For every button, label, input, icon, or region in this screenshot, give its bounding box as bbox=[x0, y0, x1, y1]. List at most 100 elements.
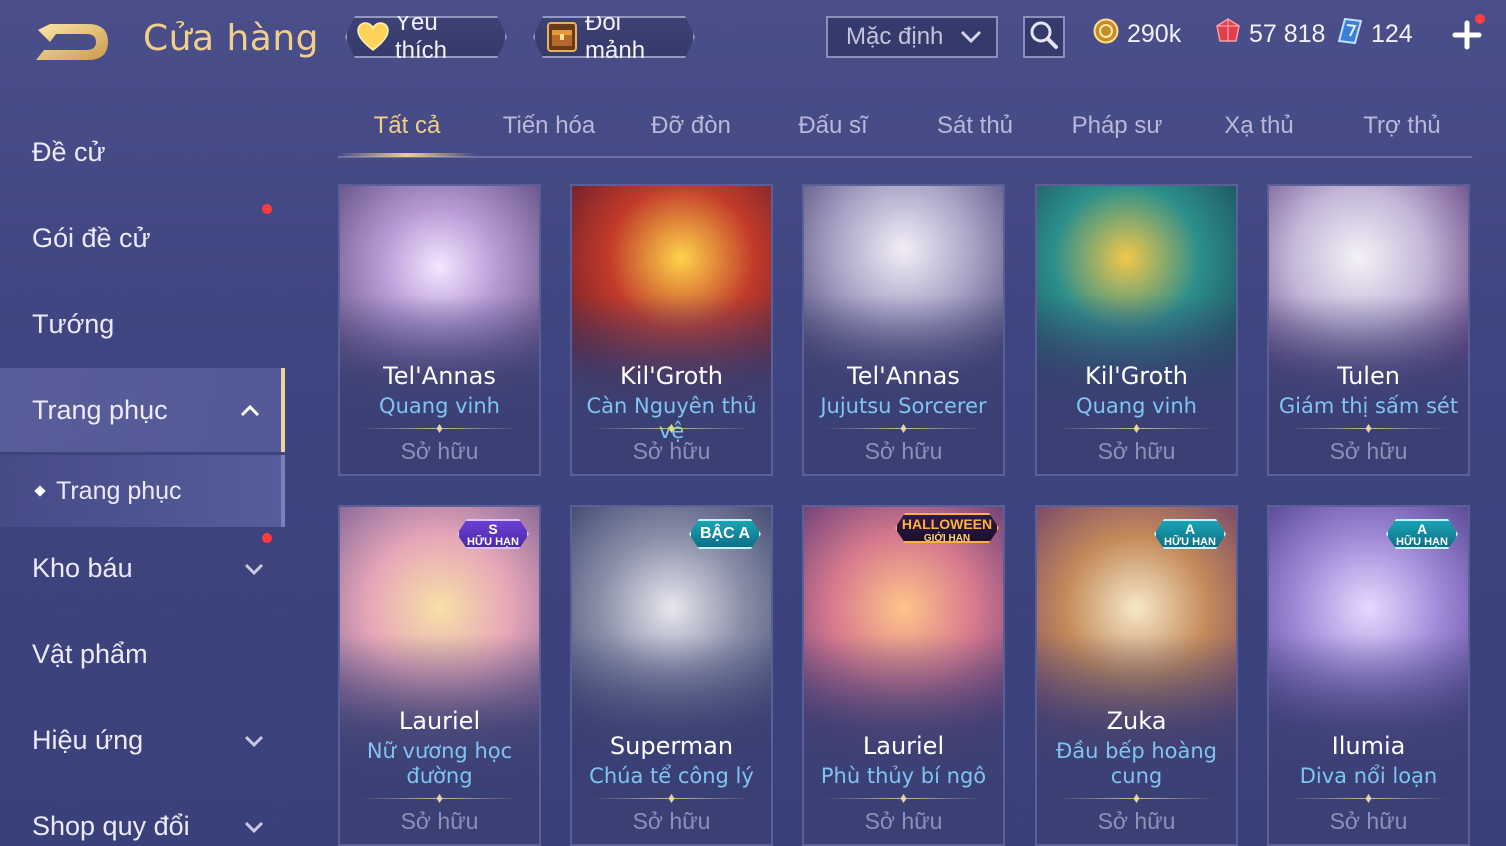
skin-name: Diva nổi loạn bbox=[1299, 764, 1438, 788]
skin-card[interactable]: S HỮU HẠN Lauriel Nữ vương học đường Sở h… bbox=[338, 505, 541, 846]
tab-marksman[interactable]: Xạ thủ bbox=[1190, 112, 1328, 156]
sidebar-item-label: Shop quy đổi bbox=[32, 810, 190, 841]
favorites-label: Yêu thích bbox=[395, 9, 448, 64]
exchange-shards-button[interactable]: Đổi mảnh bbox=[533, 16, 695, 58]
active-tab-indicator bbox=[338, 153, 476, 157]
skin-card[interactable]: HALLOWEEN GIỚI HẠN Lauriel Phù thủy bí ng… bbox=[802, 505, 1005, 846]
owned-status: Sở hữu bbox=[864, 438, 943, 464]
halloween-limited-badge: HALLOWEEN GIỚI HẠN bbox=[895, 513, 999, 543]
skin-name: Quang vinh bbox=[379, 394, 500, 418]
sidebar-subitem-label: Trang phục bbox=[56, 476, 182, 505]
ruby-gem-icon bbox=[1215, 17, 1241, 52]
owned-status: Sở hữu bbox=[1097, 438, 1176, 464]
sidebar-subitem-skins[interactable]: Trang phục bbox=[0, 455, 285, 527]
hero-name: Tel'Annas bbox=[383, 362, 496, 390]
hero-name: Zuka bbox=[1106, 707, 1167, 735]
voucher-amount: 124 bbox=[1371, 19, 1413, 48]
voucher-icon bbox=[1337, 17, 1363, 52]
sidebar-item-label: Đề cử bbox=[32, 136, 106, 167]
chevron-down-icon bbox=[243, 728, 265, 750]
voucher-balance: 124 bbox=[1337, 16, 1413, 52]
skin-card[interactable]: Tel'Annas Quang vinh Sở hữu bbox=[338, 184, 541, 476]
gold-balance: 290k bbox=[1093, 16, 1181, 52]
limited-badge: A HỮU HẠN bbox=[1386, 519, 1458, 549]
gold-coin-icon bbox=[1093, 18, 1119, 51]
rank-badge: BẬC A bbox=[689, 519, 761, 549]
sidebar-item-label: Gói đề cử bbox=[32, 222, 151, 253]
back-arrow-icon[interactable] bbox=[30, 20, 112, 64]
skin-card[interactable]: A HỮU HẠN Zuka Đầu bếp hoàng cung Sở hữu bbox=[1035, 505, 1238, 846]
search-icon bbox=[1029, 20, 1059, 55]
owned-status: Sở hữu bbox=[632, 438, 711, 464]
sidebar-item-featured[interactable]: Đề cử bbox=[0, 110, 285, 194]
sidebar-item-treasure[interactable]: Kho báu bbox=[0, 526, 285, 610]
owned-status: Sở hữu bbox=[1329, 808, 1408, 834]
sort-value: Mặc định bbox=[846, 23, 944, 50]
skin-name: Phù thủy bí ngô bbox=[820, 764, 987, 788]
top-bar: Cửa hàng Yêu thích Đổi mảnh Mặc định 290… bbox=[0, 0, 1506, 80]
tab-all[interactable]: Tất cả bbox=[338, 112, 476, 156]
hero-name: Kil'Groth bbox=[620, 362, 723, 390]
gold-amount: 290k bbox=[1127, 19, 1182, 48]
owned-status: Sở hữu bbox=[632, 808, 711, 834]
skin-name: Nữ vương học đường bbox=[366, 739, 513, 788]
owned-status: Sở hữu bbox=[400, 438, 479, 464]
chevron-down-icon bbox=[960, 23, 982, 51]
skin-name: Đầu bếp hoàng cung bbox=[1055, 739, 1218, 788]
sidebar-item-label: Hiệu ứng bbox=[32, 724, 144, 755]
sidebar-item-label: Tướng bbox=[32, 308, 115, 339]
role-tabs: Tất cả Tiến hóa Đỡ đòn Đấu sĩ Sát thủ Ph… bbox=[338, 100, 1472, 158]
sort-dropdown[interactable]: Mặc định bbox=[826, 16, 998, 58]
tab-fighter[interactable]: Đấu sĩ bbox=[764, 112, 902, 156]
skin-card[interactable]: Tulen Giám thị sấm sét Sở hữu bbox=[1267, 184, 1470, 476]
ruby-amount: 57 818 bbox=[1249, 19, 1326, 48]
skin-grid: Tel'Annas Quang vinh Sở hữu Kil'Groth Cà… bbox=[338, 184, 1472, 846]
hero-name: Superman bbox=[609, 732, 734, 760]
ruby-balance: 57 818 bbox=[1215, 16, 1325, 52]
sidebar-item-effects[interactable]: Hiệu ứng bbox=[0, 698, 285, 782]
owned-status: Sở hữu bbox=[400, 808, 479, 834]
skin-name: Giám thị sấm sét bbox=[1278, 394, 1459, 418]
chevron-down-icon bbox=[243, 814, 265, 836]
sidebar-item-skins[interactable]: Trang phục bbox=[0, 368, 285, 452]
tab-mage[interactable]: Pháp sư bbox=[1048, 112, 1186, 156]
skin-name: Càn Nguyên thủ vệ bbox=[586, 394, 757, 443]
chevron-up-icon bbox=[239, 398, 261, 420]
skin-name: Quang vinh bbox=[1076, 394, 1197, 418]
owned-status: Sở hữu bbox=[1329, 438, 1408, 464]
sidebar-item-items[interactable]: Vật phẩm bbox=[0, 612, 285, 696]
hero-name: Lauriel bbox=[862, 732, 945, 760]
tab-support[interactable]: Trợ thủ bbox=[1332, 112, 1472, 156]
hero-name: Kil'Groth bbox=[1085, 362, 1188, 390]
hero-name: Tulen bbox=[1337, 362, 1400, 390]
skin-name: Jujutsu Sorcerer bbox=[820, 394, 987, 418]
sidebar-item-exchange-shop[interactable]: Shop quy đổi bbox=[0, 784, 285, 846]
limited-badge: S HỮU HẠN bbox=[457, 519, 529, 549]
skin-card[interactable]: BẬC A Superman Chúa tể công lý Sở hữu bbox=[570, 505, 773, 846]
tab-tank[interactable]: Đỡ đòn bbox=[622, 112, 760, 156]
limited-badge: A HỮU HẠN bbox=[1154, 519, 1226, 549]
sidebar-item-label: Kho báu bbox=[32, 552, 133, 583]
owned-status: Sở hữu bbox=[1097, 808, 1176, 834]
notification-dot bbox=[1475, 14, 1485, 24]
exchange-shards-label: Đổi mảnh bbox=[585, 9, 646, 64]
skin-card[interactable]: Tel'Annas Jujutsu Sorcerer Sở hữu bbox=[802, 184, 1005, 476]
chest-icon bbox=[545, 20, 579, 54]
sidebar-item-label: Trang phục bbox=[32, 394, 168, 425]
skin-name: Chúa tể công lý bbox=[589, 764, 754, 788]
hero-name: Lauriel bbox=[398, 707, 481, 735]
chevron-down-icon bbox=[243, 556, 265, 578]
owned-status: Sở hữu bbox=[864, 808, 943, 834]
tab-assassin[interactable]: Sát thủ bbox=[906, 112, 1044, 156]
notification-dot bbox=[262, 204, 272, 214]
hero-name: Tel'Annas bbox=[847, 362, 960, 390]
tab-evolution[interactable]: Tiến hóa bbox=[480, 112, 618, 156]
search-button[interactable] bbox=[1023, 16, 1065, 58]
hero-name: Ilumia bbox=[1331, 732, 1406, 760]
skin-card[interactable]: A HỮU HẠN Ilumia Diva nổi loạn Sở hữu bbox=[1267, 505, 1470, 846]
favorites-button[interactable]: Yêu thích bbox=[345, 16, 507, 58]
skin-card[interactable]: Kil'Groth Càn Nguyên thủ vệ Sở hữu bbox=[570, 184, 773, 476]
sidebar-item-heroes[interactable]: Tướng bbox=[0, 282, 285, 366]
sidebar-item-featured-packs[interactable]: Gói đề cử bbox=[0, 196, 285, 280]
skin-card[interactable]: Kil'Groth Quang vinh Sở hữu bbox=[1035, 184, 1238, 476]
